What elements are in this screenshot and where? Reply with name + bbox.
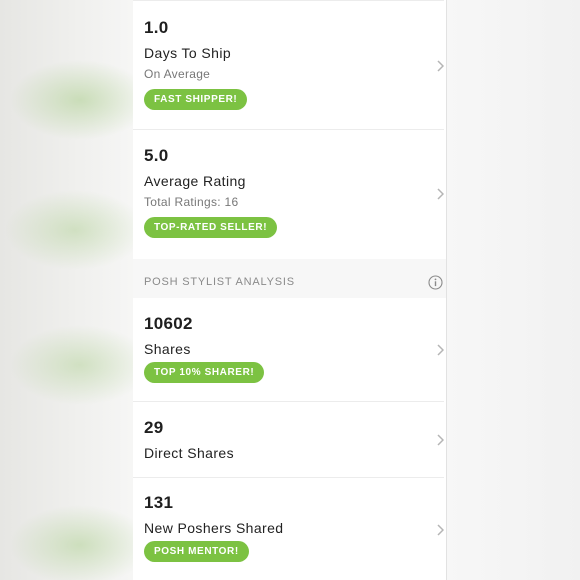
stat-sublabel: Total Ratings: 16 [144, 195, 239, 209]
stat-value: 5.0 [144, 146, 169, 165]
section-title: POSH STYLIST ANALYSIS [144, 276, 295, 288]
top-sharer-badge: TOP 10% SHARER! [144, 362, 265, 383]
stat-value: 131 [144, 493, 174, 512]
chevron-right-icon [437, 524, 444, 536]
chevron-right-icon [437, 60, 444, 72]
background-left [0, 0, 133, 580]
stats-panel: 1.0 Days To Ship On Average FAST SHIPPER… [133, 0, 447, 580]
fast-shipper-badge: FAST SHIPPER! [144, 89, 248, 110]
stat-label: Direct Shares [144, 445, 235, 461]
background-right [447, 0, 580, 580]
chevron-right-icon [437, 188, 444, 200]
stat-value: 1.0 [144, 18, 169, 37]
stat-label: Average Rating [144, 173, 246, 189]
stat-label: New Poshers Shared [144, 520, 284, 536]
stat-row-days-to-ship[interactable]: 1.0 Days To Ship On Average FAST SHIPPER… [133, 0, 446, 129]
stat-value: 10602 [144, 314, 193, 333]
info-icon[interactable] [428, 275, 443, 290]
chevron-right-icon [437, 434, 444, 446]
top-rated-seller-badge: TOP-RATED SELLER! [144, 217, 278, 238]
chevron-right-icon [437, 344, 444, 356]
stat-value: 29 [144, 418, 164, 437]
stat-row-direct-shares[interactable]: 29 Direct Shares [133, 402, 446, 477]
stat-sublabel: On Average [144, 67, 211, 81]
stat-row-shares[interactable]: 10602 Shares TOP 10% SHARER! [133, 298, 446, 401]
stat-label: Days To Ship [144, 45, 232, 61]
posh-mentor-badge: POSH MENTOR! [144, 541, 249, 562]
stat-row-new-poshers-shared[interactable]: 131 New Poshers Shared POSH MENTOR! [133, 478, 446, 580]
stat-row-average-rating[interactable]: 5.0 Average Rating Total Ratings: 16 TOP… [133, 130, 446, 259]
stat-label: Shares [144, 341, 191, 357]
section-header: POSH STYLIST ANALYSIS [133, 259, 446, 298]
